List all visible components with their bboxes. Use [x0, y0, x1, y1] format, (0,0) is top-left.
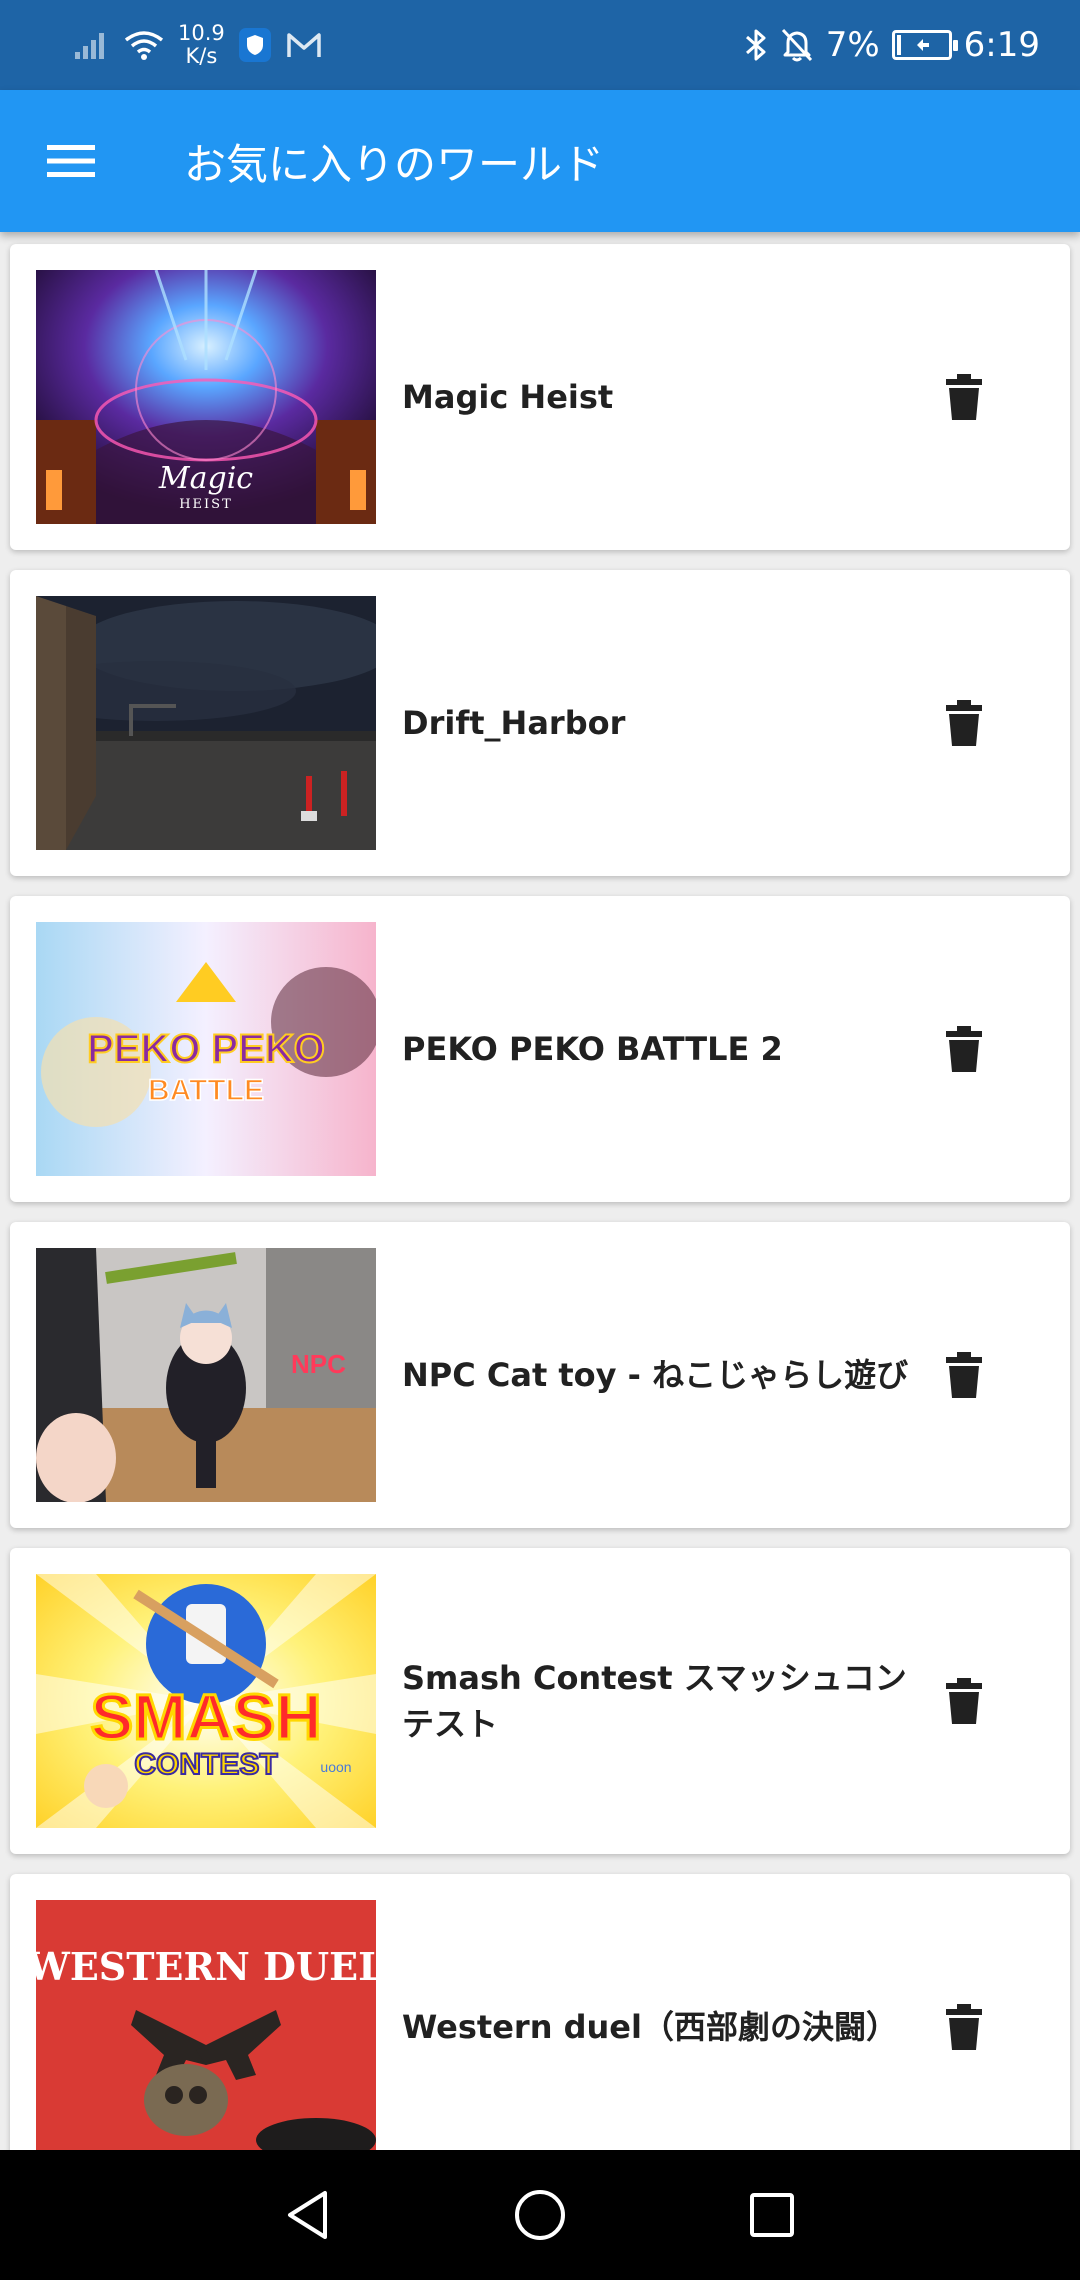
world-title: NPC Cat toy - ねこじゃらし遊び [402, 1356, 909, 1394]
delete-button[interactable] [924, 1661, 1004, 1741]
menu-button[interactable] [0, 90, 142, 232]
network-speed-unit: K/s [185, 44, 218, 68]
western-duel-thumbnail: WESTERN DUEL [36, 1900, 376, 2150]
nav-recents-button[interactable] [656, 2150, 888, 2280]
smash-credit: uoon [320, 1759, 351, 1775]
trash-icon [946, 700, 982, 746]
delete-button[interactable] [924, 683, 1004, 763]
world-title: Western duel（西部劇の決闘） [402, 2008, 898, 2046]
app-bar: お気に入りのワールド [0, 90, 1080, 232]
mail-icon [287, 33, 321, 57]
smash-contest-thumbnail: SMASH CONTEST uoon [36, 1574, 376, 1828]
npc-cat-toy-thumbnail: NPC [36, 1248, 376, 1502]
back-triangle-icon [288, 2191, 327, 2239]
battery-icon [891, 30, 958, 60]
network-speed: 10.9 K/s [178, 22, 225, 68]
home-circle-icon [515, 2190, 565, 2240]
status-bar: 10.9 K/s 7% 6:19 [0, 0, 1080, 90]
recents-square-icon [750, 2193, 794, 2237]
wifi-icon [124, 31, 164, 60]
peko-peko-battle-thumbnail: PEKO PEKO BATTLE [36, 922, 376, 1176]
network-speed-value: 10.9 [178, 21, 225, 45]
smash-logo-line2: CONTEST [134, 1748, 277, 1781]
world-card-western-duel[interactable]: WESTERN DUEL Western duel（西部劇の決闘） [10, 1874, 1070, 2150]
page-title: お気に入りのワールド [184, 139, 605, 189]
magic-heist-logo: Magic [158, 461, 253, 496]
delete-button[interactable] [924, 1335, 1004, 1415]
drift-harbor-thumbnail [36, 596, 376, 850]
trash-icon [946, 2004, 982, 2050]
world-card-smash-contest[interactable]: SMASH CONTEST uoon Smash Contest スマッシュコン… [10, 1548, 1070, 1854]
western-logo: WESTERN DUEL [36, 1944, 376, 1989]
world-title: Drift_Harbor [402, 704, 626, 742]
trash-icon [946, 374, 982, 420]
app-root: 10.9 K/s 7% 6:19 お気に入りのワールド Magic HEIST … [0, 0, 1080, 2280]
magic-heist-thumbnail: Magic HEIST [36, 270, 376, 524]
smash-logo-line1: SMASH [90, 1681, 321, 1753]
delete-button[interactable] [924, 1009, 1004, 1089]
npc-label: NPC [291, 1349, 346, 1379]
menu-icon [47, 145, 95, 177]
system-nav-bar [0, 2150, 1080, 2280]
world-title: Smash Contest スマッシュコンテスト [402, 1659, 907, 1743]
world-card-npc-cat-toy[interactable]: NPC NPC Cat toy - ねこじゃらし遊び [10, 1222, 1070, 1528]
nav-back-button[interactable] [192, 2150, 424, 2280]
world-title: Magic Heist [402, 378, 614, 416]
world-card-magic-heist[interactable]: Magic HEIST Magic Heist [10, 244, 1070, 550]
magic-heist-logo-sub: HEIST [179, 497, 233, 512]
trash-icon [946, 1026, 982, 1072]
trash-icon [946, 1352, 982, 1398]
trash-icon [946, 1678, 982, 1724]
world-card-drift-harbor[interactable]: Drift_Harbor [10, 570, 1070, 876]
peko-logo-line1: PEKO PEKO [87, 1027, 325, 1071]
mute-icon [781, 28, 812, 62]
delete-button[interactable] [924, 1987, 1004, 2067]
delete-button[interactable] [924, 357, 1004, 437]
favorite-worlds-list: Magic HEIST Magic Heist Drift_Harbor PEK… [0, 232, 1080, 2150]
signal-icon [75, 33, 104, 59]
status-right: 7% 6:19 [732, 25, 1040, 65]
battery-percent: 7% [825, 25, 880, 65]
shield-app-icon [238, 28, 271, 62]
peko-logo-line2: BATTLE [148, 1074, 264, 1107]
bluetooth-icon [745, 29, 766, 61]
world-card-peko-peko-battle[interactable]: PEKO PEKO BATTLE PEKO PEKO BATTLE 2 [10, 896, 1070, 1202]
nav-home-button[interactable] [424, 2150, 656, 2280]
world-title: PEKO PEKO BATTLE 2 [402, 1030, 783, 1068]
clock: 6:19 [963, 25, 1040, 65]
status-left: 10.9 K/s [74, 22, 337, 68]
